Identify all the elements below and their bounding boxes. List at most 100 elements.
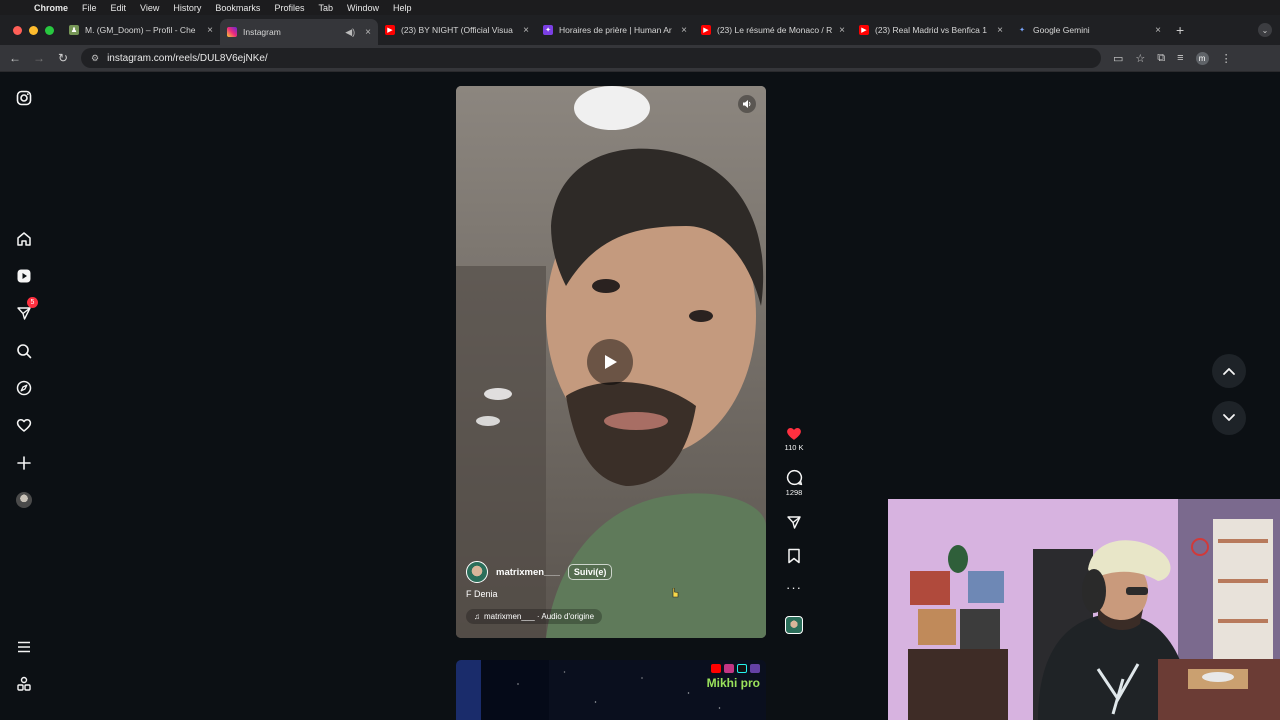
close-tab-icon[interactable]: ×: [1155, 25, 1161, 36]
social-icons: [711, 664, 760, 673]
menu-edit[interactable]: Edit: [111, 3, 127, 13]
hand-cursor-icon: [672, 588, 679, 598]
messages-icon[interactable]: 5: [14, 297, 38, 323]
comment-count: 1298: [785, 488, 803, 497]
audio-thumbnail[interactable]: [785, 616, 803, 634]
menu-window[interactable]: Window: [347, 3, 379, 13]
close-tab-icon[interactable]: ×: [997, 25, 1003, 36]
tab-gemini[interactable]: ✦ Google Gemini ×: [1010, 18, 1168, 42]
profile-avatar-nav[interactable]: [14, 490, 34, 510]
site-info-icon[interactable]: ⚙: [91, 53, 99, 64]
address-bar[interactable]: ⚙ instagram.com/reels/DUL8V6ejNKe/: [81, 48, 1101, 68]
following-button[interactable]: Suivi(e): [567, 564, 613, 580]
close-tab-icon[interactable]: ×: [681, 25, 687, 36]
instagram-icon: [724, 664, 734, 673]
youtube-icon: ▶: [701, 25, 711, 35]
meta-apps-icon[interactable]: [14, 674, 34, 694]
youtube-icon: ▶: [859, 25, 869, 35]
url-text: instagram.com/reels/DUL8V6ejNKe/: [107, 52, 268, 64]
author-avatar[interactable]: [466, 561, 488, 583]
tab-title: (23) BY NIGHT (Official Visua: [401, 25, 513, 35]
webcam-overlay: [888, 499, 1280, 720]
instagram-logo-icon[interactable]: [14, 88, 34, 108]
reels-icon[interactable]: [14, 266, 34, 286]
gemini-icon: ✦: [1019, 27, 1025, 34]
menu-profiles[interactable]: Profiles: [274, 3, 304, 13]
notification-badge: 5: [27, 297, 38, 308]
tab-youtube-real-madrid[interactable]: ▶ (23) Real Madrid vs Benfica 1 ×: [852, 18, 1010, 42]
author-username[interactable]: matrixmen___: [496, 567, 560, 578]
save-action[interactable]: [787, 548, 801, 564]
tab-chess[interactable]: ♟ M. (GM_Doom) – Profil - Che ×: [62, 18, 220, 42]
heart-filled-icon[interactable]: [785, 425, 803, 441]
close-window-button[interactable]: [13, 25, 22, 35]
tab-title: (23) Real Madrid vs Benfica 1: [875, 25, 987, 35]
volume-icon[interactable]: [738, 95, 756, 113]
forward-button[interactable]: →: [27, 51, 51, 65]
close-tab-icon[interactable]: ×: [839, 25, 845, 36]
youtube-icon: [711, 664, 721, 673]
tab-instagram[interactable]: Instagram ◀) ×: [220, 19, 378, 45]
reel-video[interactable]: matrixmen___ Suivi(e) F Denia ♫ matrixme…: [456, 86, 766, 638]
reel-info: matrixmen___ Suivi(e) F Denia ♫ matrixme…: [466, 561, 756, 624]
like-action[interactable]: 110 K: [784, 425, 804, 452]
webcam-feed-image: [888, 499, 1280, 720]
new-tab-button[interactable]: +: [1176, 22, 1184, 38]
close-tab-icon[interactable]: ×: [207, 25, 213, 36]
bookmark-star-icon[interactable]: ☆: [1135, 52, 1145, 65]
menu-bookmarks[interactable]: Bookmarks: [215, 3, 260, 13]
watermark-text: Mikhi pro: [706, 676, 760, 690]
menu-view[interactable]: View: [140, 3, 159, 13]
minimize-window-button[interactable]: [29, 25, 38, 35]
back-button[interactable]: ←: [3, 51, 27, 65]
create-icon[interactable]: [14, 453, 34, 473]
explore-icon[interactable]: [14, 378, 34, 398]
profile-avatar[interactable]: m: [1195, 51, 1209, 65]
sidebar-nav: 5: [0, 73, 48, 720]
search-icon[interactable]: [14, 341, 34, 361]
zoom-window-button[interactable]: [45, 25, 54, 35]
play-button[interactable]: [587, 339, 633, 385]
tab-youtube-monaco[interactable]: ▶ (23) Le résumé de Monaco / R ×: [694, 18, 852, 42]
heart-icon[interactable]: [14, 415, 34, 435]
toolbar: ← → ↻ ⚙ instagram.com/reels/DUL8V6ejNKe/…: [0, 45, 1280, 72]
tab-search-button[interactable]: ⌄: [1258, 23, 1272, 37]
comment-icon[interactable]: [786, 469, 803, 486]
close-tab-icon[interactable]: ×: [365, 27, 371, 38]
menu-app[interactable]: Chrome: [34, 3, 68, 13]
instagram-icon: [227, 27, 237, 37]
tab-horaires[interactable]: ✦ Horaires de prière | Human Ar ×: [536, 18, 694, 42]
share-icon[interactable]: [786, 514, 802, 530]
share-action[interactable]: [786, 514, 802, 530]
tab-title: Google Gemini: [1033, 25, 1090, 35]
tab-title: Horaires de prière | Human Ar: [559, 25, 672, 35]
home-icon[interactable]: [14, 229, 34, 249]
window-controls: [0, 25, 62, 35]
media-control-icon[interactable]: ≡: [1177, 52, 1183, 64]
next-reel-preview[interactable]: Mikhi pro: [456, 660, 766, 720]
author-row: matrixmen___ Suivi(e): [466, 561, 756, 583]
menu-history[interactable]: History: [173, 3, 201, 13]
audio-label: matrixmen___ · Audio d'origine: [484, 612, 595, 621]
menu-tab[interactable]: Tab: [318, 3, 333, 13]
reload-button[interactable]: ↻: [51, 51, 75, 65]
chevron-down-icon: [1223, 414, 1235, 421]
previous-reel-button[interactable]: [1212, 354, 1246, 388]
audio-thumbnail-image[interactable]: [785, 616, 803, 634]
audio-link[interactable]: ♫ matrixmen___ · Audio d'origine: [466, 609, 603, 624]
bookmark-icon[interactable]: [787, 548, 801, 564]
menu-file[interactable]: File: [82, 3, 97, 13]
extensions-icon[interactable]: ⧉: [1157, 52, 1165, 65]
tab-youtube-by-night[interactable]: ▶ (23) BY NIGHT (Official Visua ×: [378, 18, 536, 42]
close-tab-icon[interactable]: ×: [523, 25, 529, 36]
chrome-menu-icon[interactable]: ⋮: [1221, 52, 1232, 65]
chess-icon: ♟: [69, 25, 79, 35]
cast-icon[interactable]: ▭: [1113, 52, 1123, 65]
more-options-icon[interactable]: ···: [786, 581, 802, 594]
more-options-action[interactable]: ···: [786, 581, 802, 594]
speaker-icon[interactable]: ◀): [345, 27, 355, 38]
next-reel-button[interactable]: [1212, 401, 1246, 435]
comment-action[interactable]: 1298: [786, 469, 803, 497]
menu-help[interactable]: Help: [393, 3, 412, 13]
more-menu-icon[interactable]: [14, 637, 34, 657]
